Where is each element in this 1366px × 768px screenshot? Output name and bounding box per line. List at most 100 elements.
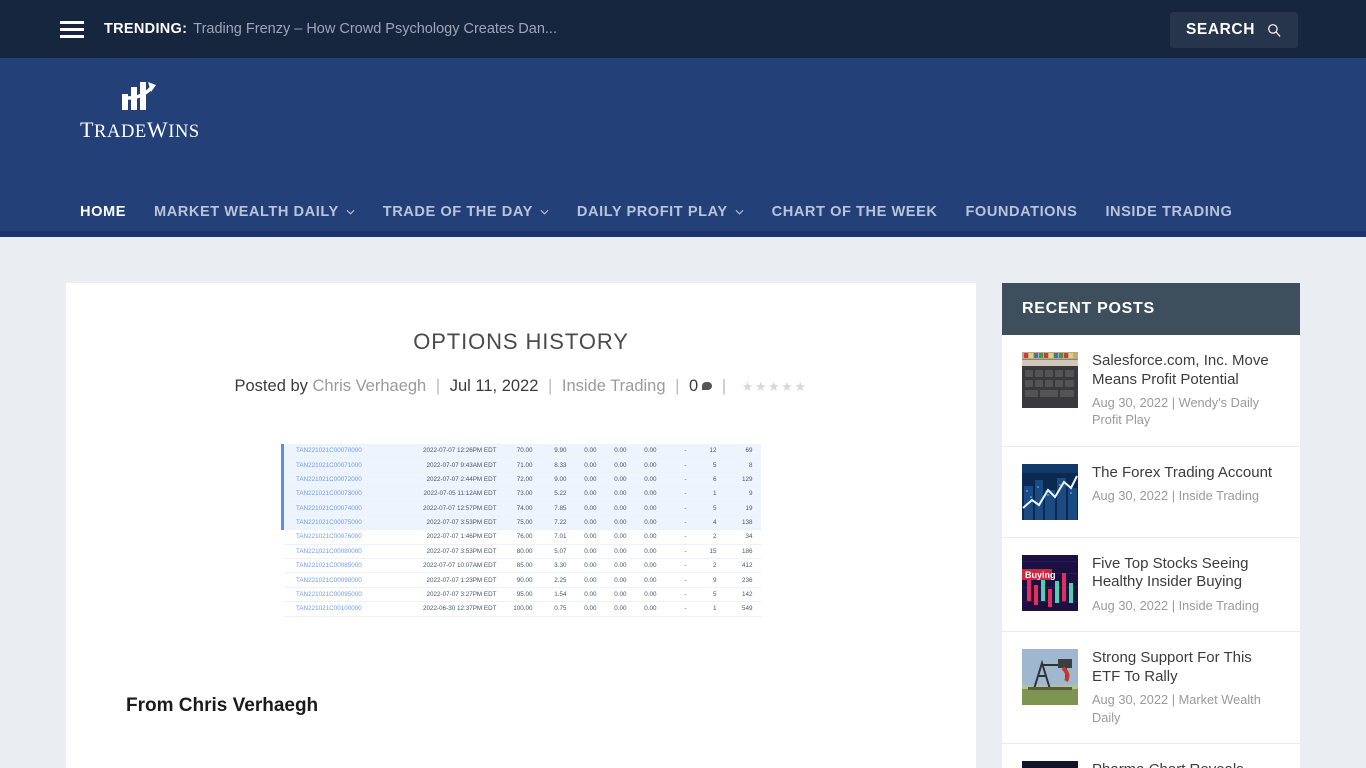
- meta-separator: |: [721, 377, 727, 395]
- post-meta-separator: |: [1171, 395, 1176, 411]
- cell-last-price: 3.30: [554, 562, 567, 570]
- cell-volume: 5: [712, 504, 717, 512]
- post-text: Pharma Chart Reveals Breakout Setup: [1092, 761, 1280, 768]
- publish-date: Jul 11, 2022: [449, 377, 539, 395]
- nav-item-home[interactable]: HOME: [80, 204, 140, 220]
- cell-strike: 71.00: [516, 461, 533, 469]
- search-button[interactable]: SEARCH: [1169, 12, 1298, 48]
- cell-bid: 0.00: [584, 447, 597, 455]
- cell-strike: 100.00: [513, 605, 533, 613]
- list-item[interactable]: Salesforce.com, Inc. Move Means Profit P…: [1002, 335, 1300, 447]
- cell-bid: 0.00: [584, 605, 597, 613]
- post-text: Strong Support For This ETF To Rally Aug…: [1092, 649, 1280, 726]
- cell-last-trade-date: 2022-07-07 10:07AM EDT: [422, 562, 497, 570]
- post-title-link[interactable]: The Forex Trading Account: [1092, 464, 1280, 483]
- svg-text:Buying: Buying: [1025, 570, 1056, 580]
- cell-implied-volatility: 0.00%: [757, 515, 762, 529]
- list-item[interactable]: Buying Five Top Stocks Seeing Healthy In…: [1002, 538, 1300, 633]
- cell-contract-name[interactable]: TAN221021C00071000: [281, 457, 391, 473]
- cell-pct-change: -: [684, 519, 687, 527]
- cell-change: 0.00: [644, 576, 657, 584]
- post-category[interactable]: Inside Trading: [1179, 598, 1259, 613]
- chevron-down-icon: [346, 209, 355, 215]
- nav-item-chart-of-the-week[interactable]: CHART OF THE WEEK: [758, 204, 952, 220]
- cell-last-price: 7.22: [554, 519, 567, 527]
- cell-contract-name[interactable]: TAN221021C00080000: [283, 544, 391, 558]
- cell-implied-volatility: 0.00%: [757, 487, 762, 501]
- recent-posts-title: RECENT POSTS: [1002, 283, 1300, 335]
- cell-implied-volatility: 0.78%: [757, 530, 762, 544]
- cell-strike: 90.00: [516, 576, 533, 584]
- nav-item-inside-trading[interactable]: INSIDE TRADING: [1091, 204, 1246, 220]
- cell-open-interest: 138: [741, 519, 753, 527]
- cell-last-price: 7.85: [554, 504, 567, 512]
- cell-implied-volatility: 3.13%: [757, 544, 762, 558]
- cell-implied-volatility: 12.50%: [757, 602, 762, 616]
- recent-posts-widget: RECENT POSTS Salesforce.com, Inc. Move M…: [1002, 283, 1300, 768]
- cell-last-trade-date: 2022-07-07 12:57PM EDT: [422, 504, 497, 512]
- cell-contract-name[interactable]: TAN221021C00076000: [283, 530, 391, 544]
- cell-contract-name[interactable]: TAN221021C00085000: [283, 559, 391, 573]
- nav-item-foundations[interactable]: FOUNDATIONS: [951, 204, 1091, 220]
- cell-change: 0.00: [644, 490, 657, 498]
- post-date: Aug 30, 2022: [1092, 597, 1169, 613]
- list-item[interactable]: Strong Support For This ETF To Rally Aug…: [1002, 632, 1300, 744]
- post-date: Aug 30, 2022: [1092, 692, 1169, 708]
- comment-count[interactable]: 0: [689, 377, 698, 395]
- cell-last-trade-date: 2022-07-07 1:23PM EDT: [426, 576, 497, 584]
- nav-item-trade-of-the-day[interactable]: TRADE OF THE DAY: [369, 204, 563, 220]
- cell-strike: 75.00: [516, 519, 533, 527]
- cell-implied-volatility: 0.00%: [757, 458, 762, 472]
- meta-separator: |: [675, 377, 680, 395]
- cell-implied-volatility: 6.25%: [757, 573, 762, 587]
- cell-open-interest: 34: [745, 533, 753, 541]
- cell-volume: 5: [712, 590, 717, 598]
- list-item[interactable]: 106 Pharma Chart Reveals Breakout Setup: [1002, 744, 1300, 768]
- cell-contract-name[interactable]: TAN221021C00070000: [281, 444, 391, 458]
- trending-label: TRENDING:: [104, 21, 188, 37]
- cell-contract-name[interactable]: TAN221021C00075000: [281, 515, 391, 530]
- post-category[interactable]: Inside Trading: [1179, 488, 1259, 503]
- cell-last-price: 2.25: [554, 576, 567, 584]
- cell-strike: 73.00: [516, 490, 533, 498]
- post-thumbnail-forex-chart: [1022, 463, 1078, 520]
- star-rating[interactable]: ★★★★★: [742, 379, 808, 394]
- cell-change: 0.00: [644, 590, 657, 598]
- logo-letter-w: W: [146, 117, 169, 142]
- site-logo[interactable]: TRADEWINS: [80, 80, 200, 143]
- cell-last-price: 5.07: [554, 547, 567, 555]
- meta-separator: |: [435, 377, 441, 395]
- cell-contract-name[interactable]: TAN221021C00073000: [281, 486, 391, 501]
- post-meta-separator: |: [1171, 692, 1176, 708]
- nav-item-market-wealth-daily[interactable]: MARKET WEALTH DAILY: [140, 204, 369, 220]
- post-date: Aug 30, 2022: [1092, 395, 1169, 411]
- trending-headline-link[interactable]: Trading Frenzy – How Crowd Psychology Cr…: [193, 21, 557, 37]
- hamburger-icon[interactable]: [60, 20, 84, 38]
- cell-contract-name[interactable]: TAN221021C00100000: [283, 602, 391, 616]
- cell-implied-volatility: 0.00%: [757, 472, 762, 486]
- category-link[interactable]: Inside Trading: [562, 377, 666, 395]
- page-title: OPTIONS HISTORY: [413, 329, 629, 354]
- post-title-link[interactable]: Salesforce.com, Inc. Move Means Profit P…: [1092, 352, 1280, 389]
- cell-bid: 0.00: [584, 590, 597, 598]
- cell-implied-volatility: 0.00%: [757, 444, 762, 458]
- post-thumbnail-insider-buying: Buying: [1022, 554, 1078, 611]
- cell-contract-name[interactable]: TAN221021C00074000: [281, 501, 391, 516]
- cell-contract-name[interactable]: TAN221021C00095000: [283, 587, 391, 601]
- cell-contract-name[interactable]: TAN221021C00072000: [281, 472, 391, 487]
- post-title-link[interactable]: Five Top Stocks Seeing Healthy Insider B…: [1092, 555, 1280, 592]
- nav-item-daily-profit-play[interactable]: DAILY PROFIT PLAY: [563, 204, 758, 220]
- post-title-link[interactable]: Strong Support For This ETF To Rally: [1092, 649, 1280, 686]
- cell-last-price: 7.01: [554, 533, 567, 541]
- article-body-heading: From Chris Verhaegh: [126, 695, 319, 716]
- cell-contract-name[interactable]: TAN221021C00090000: [283, 573, 391, 587]
- options-table: TAN221021C00070000 2022-07-07 12:26PM ED…: [281, 444, 761, 617]
- list-item[interactable]: The Forex Trading Account Aug 30, 2022 |…: [1002, 447, 1300, 538]
- cell-last-trade-date: 2022-07-07 3:53PM EDT: [426, 519, 497, 527]
- cell-strike: 70.00: [516, 447, 533, 455]
- cell-implied-volatility: 0.00%: [757, 501, 762, 515]
- cell-last-trade-date: 2022-07-07 2:44PM EDT: [426, 475, 497, 483]
- cell-bid: 0.00: [584, 475, 597, 483]
- author-link[interactable]: Chris Verhaegh: [312, 377, 426, 395]
- post-title-link[interactable]: Pharma Chart Reveals Breakout Setup: [1092, 761, 1280, 768]
